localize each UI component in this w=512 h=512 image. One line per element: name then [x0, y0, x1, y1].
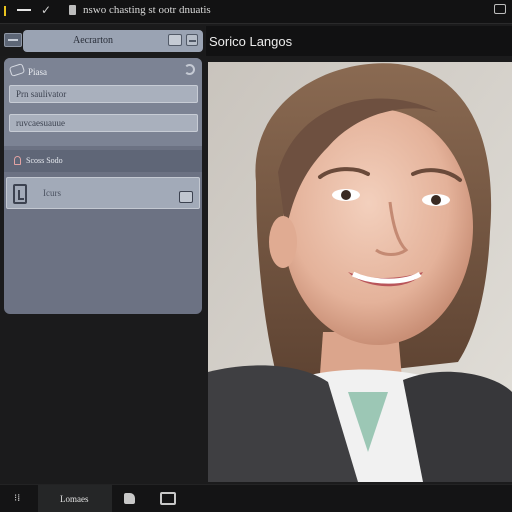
window-title: nswo chasting st ootr dnuatis	[83, 4, 211, 16]
photo-viewer	[208, 62, 512, 482]
section-label: Scoss Sodo	[26, 156, 63, 165]
field-value: ruvcaesuauue	[16, 118, 65, 128]
list-item[interactable]: Icurs	[6, 177, 200, 209]
panel-header-label: Piasa	[28, 67, 47, 77]
minimize-icon[interactable]	[17, 9, 31, 11]
collapse-icon[interactable]	[186, 34, 198, 46]
chevron-down-icon[interactable]: ✓	[41, 3, 51, 17]
grid-icon[interactable]: ⁝⁞	[14, 493, 20, 504]
list-item-label: Icurs	[43, 188, 61, 198]
document-icon	[69, 5, 76, 15]
accent-marker	[4, 6, 6, 16]
title-bar: ✓ nswo chasting st ootr dnuatis	[0, 0, 512, 24]
bottom-tab[interactable]: Lomaes	[38, 485, 112, 512]
window-menu-icon[interactable]	[494, 4, 506, 14]
back-icon[interactable]	[4, 33, 22, 47]
file-icon	[13, 184, 27, 204]
screen-icon[interactable]	[160, 492, 176, 505]
section-header[interactable]: Scoss Sodo	[4, 150, 202, 172]
bottom-tab-label: Lomaes	[60, 494, 89, 504]
lock-icon	[14, 156, 21, 165]
image-icon[interactable]	[168, 34, 182, 46]
portrait-photo	[208, 62, 512, 482]
bottom-bar: ⁝⁞ Lomaes	[0, 484, 512, 512]
settings-panel: Piasa Prn saulivator ruvcaesuauue Scoss …	[4, 58, 202, 314]
pin-icon[interactable]	[8, 63, 26, 77]
export-icon[interactable]	[179, 191, 193, 203]
text-field-1[interactable]: Prn saulivator	[9, 85, 198, 103]
refresh-icon[interactable]	[184, 64, 195, 75]
tab-label: Aecrarton	[73, 35, 113, 46]
bookmark-icon[interactable]	[124, 493, 135, 504]
text-field-2[interactable]: ruvcaesuauue	[9, 114, 198, 132]
tab-active[interactable]: Aecrarton	[23, 30, 203, 52]
panel-top: Piasa Prn saulivator ruvcaesuauue	[4, 58, 202, 146]
field-value: Prn saulivator	[16, 89, 67, 99]
viewer-title: Sorico Langos	[209, 34, 293, 49]
